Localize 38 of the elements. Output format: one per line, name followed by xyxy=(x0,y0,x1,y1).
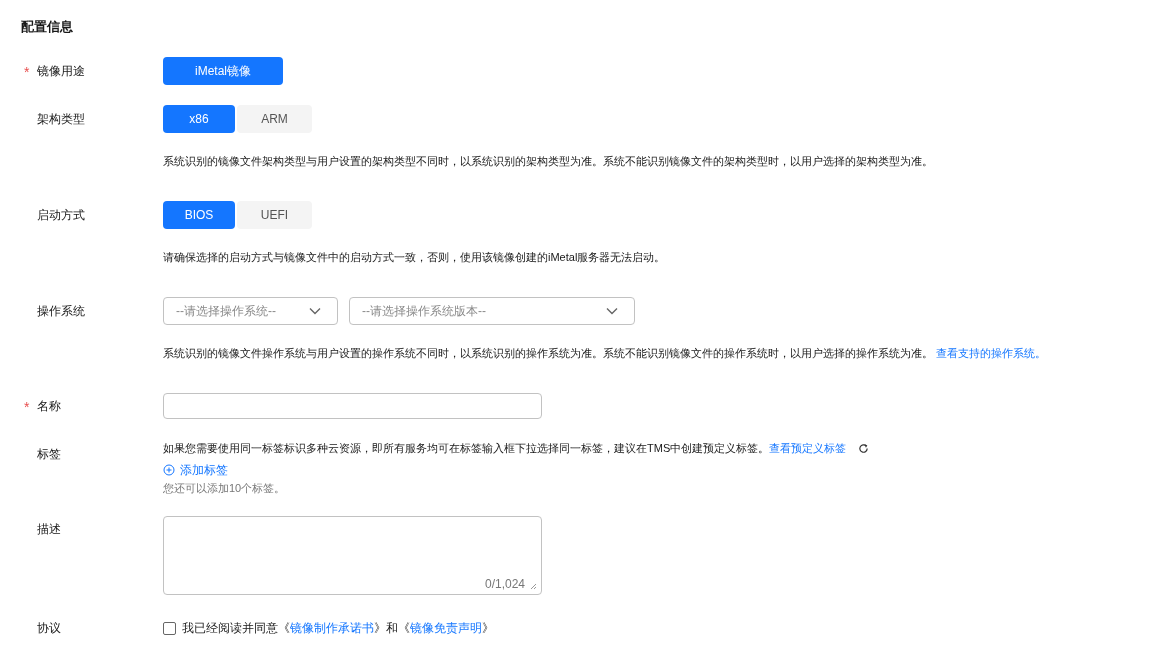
plus-circle-icon xyxy=(163,464,175,476)
tag-hint-text: 如果您需要使用同一标签标识多种云资源，即所有服务均可在标签输入框下拉选择同一标签，建议在TMS中创建预定义标签。查看预定义标签 xyxy=(163,441,847,456)
chevron-down-icon xyxy=(309,307,321,315)
refresh-icon[interactable] xyxy=(858,442,870,454)
option-button[interactable]: ARM xyxy=(237,105,312,133)
resize-handle-icon[interactable] xyxy=(529,582,537,590)
add-tag-link[interactable]: 添加标签 xyxy=(163,461,228,479)
option-button[interactable]: UEFI xyxy=(237,201,312,229)
field-label: 操作系统 xyxy=(37,304,85,318)
select-dropdown[interactable]: --请选择操作系统版本-- xyxy=(349,297,635,325)
field-label: 架构类型 xyxy=(37,112,85,126)
select-dropdown[interactable]: --请选择操作系统-- xyxy=(163,297,338,325)
option-button[interactable]: iMetal镜像 xyxy=(163,57,283,85)
field-label: 名称 xyxy=(37,399,61,413)
hint-text: 请确保选择的启动方式与镜像文件中的启动方式一致，否则，使用该镜像创建的iMetal服务器无法启动。 xyxy=(163,250,667,265)
character-counter: 0/1,024 xyxy=(484,577,525,591)
agreement-text: 我已经阅读并同意《镜像制作承诺书》和《镜像免责声明》 xyxy=(182,620,494,637)
chevron-down-icon xyxy=(606,307,618,315)
required-mark: * xyxy=(24,63,30,82)
field-label: 描述 xyxy=(37,522,61,536)
option-button[interactable]: BIOS xyxy=(163,201,235,229)
required-mark: * xyxy=(24,398,30,417)
field-label: 启动方式 xyxy=(37,208,85,222)
agreement-checkbox[interactable] xyxy=(163,621,176,635)
field-label: 标签 xyxy=(37,447,61,461)
field-label: 协议 xyxy=(37,621,61,635)
supported-os-link[interactable]: 查看支持的操作系统。 xyxy=(936,347,1047,359)
option-button[interactable]: x86 xyxy=(163,105,235,133)
section-title: 配置信息 xyxy=(21,18,74,36)
description-textarea[interactable]: 0/1,024 xyxy=(163,516,542,595)
field-label: 镜像用途 xyxy=(37,64,85,78)
predefined-tags-link[interactable]: 查看预定义标签 xyxy=(769,442,847,454)
name-input-field[interactable] xyxy=(163,393,542,419)
hint-text: 系统识别的镜像文件架构类型与用户设置的架构类型不同时，以系统识别的架构类型为准。系统不能识别镜像文件的架构类型时，以用户选择的架构类型为准。 xyxy=(163,154,934,169)
agreement-link[interactable]: 镜像制作承诺书 xyxy=(290,621,374,635)
hint-text: 系统识别的镜像文件操作系统与用户设置的操作系统不同时，以系统识别的操作系统为准。系统不能识别镜像文件的操作系统时，以用户选择的操作系统为准。 查看支持的操作系统。 xyxy=(163,346,1048,361)
tag-limit-note: 您还可以添加10个标签。 xyxy=(163,481,287,496)
agreement-link[interactable]: 镜像免责声明 xyxy=(410,621,482,635)
